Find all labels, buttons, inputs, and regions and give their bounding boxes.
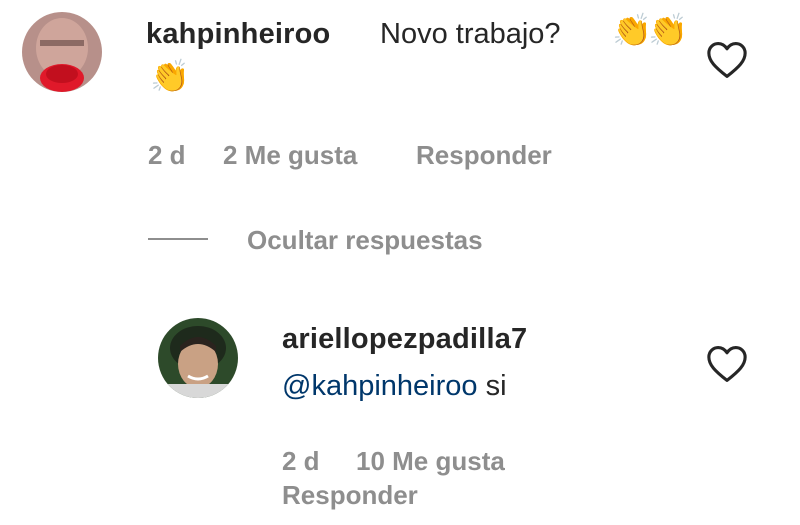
clapping-hands-icon: 👏 [150,57,190,95]
like-heart-icon[interactable] [706,345,748,383]
reply-username[interactable]: ariellopezpadilla7 [282,323,527,356]
avatar[interactable] [22,12,102,92]
reply-text: si [485,370,507,402]
hide-replies-button[interactable]: Ocultar respuestas [247,225,483,256]
comment-reply-button[interactable]: Responder [416,140,552,171]
like-heart-icon[interactable] [706,41,748,79]
comment-text: Novo trabajo? [380,18,561,50]
comment-username[interactable]: kahpinheiroo [146,18,330,51]
comment-likes[interactable]: 2 Me gusta [223,140,357,171]
reply-timestamp: 2 d [282,446,320,476]
clapping-hands-icon: 👏 [648,11,688,49]
comment-timestamp: 2 d [148,140,186,170]
reply-reply-button[interactable]: Responder [282,480,418,511]
reply-likes[interactable]: 10 Me gusta [356,446,505,477]
clapping-hands-icon: 👏 [612,11,652,49]
reply-text-line: @kahpinheiroo si [282,370,507,403]
hide-replies-divider [148,238,208,240]
reply-mention-link[interactable]: @kahpinheiroo [282,370,478,402]
avatar[interactable] [158,318,238,398]
